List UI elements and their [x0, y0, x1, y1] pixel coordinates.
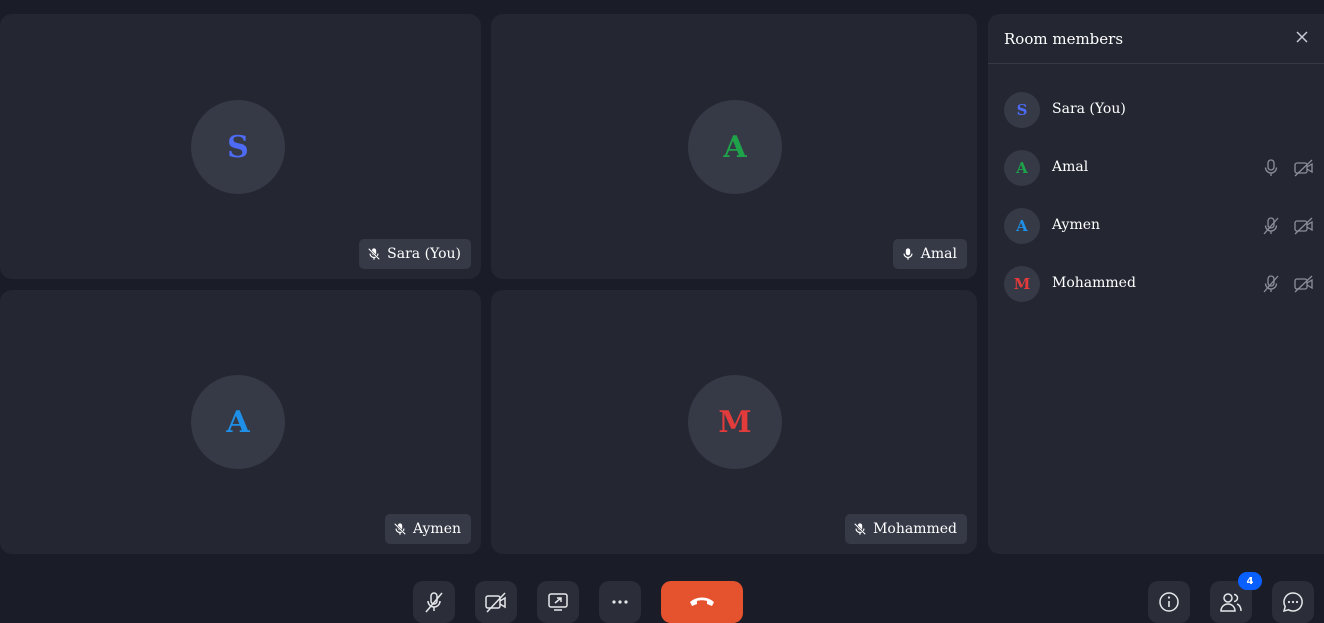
mic-icon	[901, 247, 915, 261]
panel-header: Room members	[988, 14, 1324, 64]
more-icon	[609, 591, 631, 617]
video-tile-aymen: A Aymen	[0, 290, 481, 554]
panel-title: Room members	[1004, 30, 1124, 48]
member-item-mohammed: M Mohammed	[988, 264, 1324, 304]
chat-button[interactable]	[1272, 581, 1314, 623]
share-screen-button[interactable]	[537, 581, 579, 623]
video-tile-amal: A Amal	[491, 14, 977, 279]
participant-nametag: Sara (You)	[359, 239, 471, 269]
mic-muted-icon	[393, 522, 407, 536]
mic-icon[interactable]	[1261, 158, 1281, 178]
camera-off-icon[interactable]	[1294, 274, 1314, 294]
toggle-mic-button[interactable]	[413, 581, 455, 623]
room-members-panel: Room members S Sara (You) A Amal A Aymen…	[988, 14, 1324, 554]
close-icon	[1295, 29, 1309, 48]
camera-off-icon	[484, 591, 508, 617]
participant-nametag: Amal	[892, 239, 967, 269]
participant-name: Sara (You)	[387, 246, 461, 262]
member-name: Amal	[1052, 159, 1089, 175]
avatar: A	[1004, 208, 1040, 244]
avatar: A	[191, 375, 285, 469]
avatar: A	[688, 100, 782, 194]
participant-name: Amal	[920, 246, 957, 262]
member-item-sara: S Sara (You)	[988, 90, 1324, 130]
chat-icon	[1282, 591, 1304, 617]
member-item-aymen: A Aymen	[988, 206, 1324, 246]
participant-nametag: Mohammed	[845, 514, 967, 544]
participant-nametag: Aymen	[384, 514, 471, 544]
camera-off-icon[interactable]	[1294, 216, 1314, 236]
mic-off-icon	[423, 591, 445, 617]
camera-off-icon[interactable]	[1294, 158, 1314, 178]
avatar: S	[191, 100, 285, 194]
mic-muted-icon	[853, 522, 867, 536]
member-name: Mohammed	[1052, 275, 1136, 291]
avatar: M	[688, 375, 782, 469]
avatar: A	[1004, 150, 1040, 186]
member-name: Aymen	[1052, 217, 1101, 233]
toggle-camera-button[interactable]	[475, 581, 517, 623]
video-tile-sara: S Sara (You)	[0, 14, 481, 279]
screen-share-icon	[547, 591, 569, 617]
participant-name: Mohammed	[873, 521, 957, 537]
mic-muted-icon	[367, 247, 381, 261]
participant-name: Aymen	[412, 521, 461, 537]
mic-off-icon[interactable]	[1261, 216, 1281, 236]
mic-off-icon[interactable]	[1261, 274, 1281, 294]
phone-hangup-icon	[688, 593, 716, 613]
avatar: S	[1004, 92, 1040, 128]
avatar: M	[1004, 266, 1040, 302]
close-panel-button[interactable]	[1292, 28, 1312, 48]
participants-count-badge: 4	[1238, 572, 1262, 590]
info-button[interactable]	[1148, 581, 1190, 623]
video-tile-mohammed: M Mohammed	[491, 290, 977, 554]
member-item-amal: A Amal	[988, 148, 1324, 188]
people-icon	[1219, 591, 1243, 617]
video-grid: S Sara (You) A Amal A Aymen M Mohammed	[0, 0, 980, 560]
leave-call-button[interactable]	[661, 581, 743, 623]
more-options-button[interactable]	[599, 581, 641, 623]
info-icon	[1158, 591, 1180, 617]
member-name: Sara (You)	[1052, 101, 1126, 117]
